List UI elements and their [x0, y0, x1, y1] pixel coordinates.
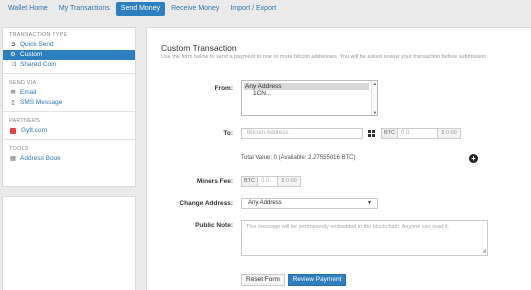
- chevron-down-icon: ▼: [367, 200, 372, 206]
- sidebar-item-label: Gyft.com: [21, 127, 48, 134]
- change-address-value: Any Address: [248, 200, 282, 206]
- btc-tag: BTC: [242, 177, 258, 186]
- list-scrollbar[interactable]: ▲ ▼: [371, 81, 377, 115]
- sidebar-item-quick-send[interactable]: ➲ Quick Send: [3, 40, 135, 50]
- public-note-textarea[interactable]: This message will be permanently embedde…: [241, 220, 488, 256]
- fee-field: BTC 0.0 $ 0.00: [241, 176, 301, 187]
- sidebar-item-label: Address Book: [20, 155, 61, 162]
- tab-receive-money[interactable]: Receive Money: [166, 2, 224, 16]
- fee-label: Miners Fee:: [196, 178, 233, 185]
- divider: [3, 111, 135, 112]
- to-label: To:: [223, 130, 233, 137]
- tab-my-transactions[interactable]: My Transactions: [54, 2, 115, 16]
- bitcoin-address-input[interactable]: Bitcoin Address: [241, 128, 363, 139]
- shuffle-icon: ⤨: [10, 62, 16, 68]
- gear-icon: ⚙: [10, 52, 16, 58]
- sidebar-lower-panel: [2, 196, 136, 290]
- change-address-select[interactable]: Any Address ▼: [241, 198, 378, 209]
- section-title-transaction-type: TRANSACTION TYPE: [9, 32, 68, 38]
- sidebar-item-label: Shared Coin: [20, 61, 57, 68]
- sidebar-item-email[interactable]: ✉ Email: [3, 88, 135, 98]
- section-title-send-via: SEND VIA: [9, 80, 37, 86]
- sidebar-item-sms[interactable]: ▯ SMS Message: [3, 98, 135, 108]
- book-icon: ▤: [10, 156, 16, 162]
- page-title: Custom Transaction: [161, 43, 237, 53]
- phone-icon: ▯: [11, 100, 15, 106]
- divider: [3, 73, 135, 74]
- change-address-label: Change Address:: [179, 200, 233, 207]
- tab-import-export[interactable]: Import / Export: [225, 2, 281, 16]
- fee-input[interactable]: 0.0: [258, 177, 277, 186]
- from-address-list[interactable]: Any Address 1CN... ▲ ▼: [241, 80, 378, 116]
- tab-send-money[interactable]: Send Money: [115, 2, 166, 16]
- amount-input[interactable]: 0.0: [398, 129, 437, 138]
- top-nav: Wallet Home My Transactions Send Money R…: [0, 0, 531, 18]
- review-payment-button[interactable]: Review Payment: [288, 274, 346, 286]
- circle-arrow-icon: ➲: [10, 42, 16, 48]
- add-recipient-icon[interactable]: +: [469, 154, 478, 163]
- section-title-partners: PARTNERS: [9, 118, 41, 124]
- envelope-icon: ✉: [10, 90, 16, 96]
- sidebar-item-address-book[interactable]: ▤ Address Book: [3, 154, 135, 164]
- from-label: From:: [214, 85, 233, 92]
- tab-wallet-home[interactable]: Wallet Home: [3, 2, 53, 16]
- fee-usd-value: $ 0.00: [277, 177, 300, 186]
- from-option-any-address[interactable]: Any Address: [244, 83, 369, 90]
- main-panel: Custom Transaction Use the form below to…: [146, 27, 531, 290]
- resize-handle-icon[interactable]: ◢: [482, 248, 486, 254]
- public-note-placeholder: This message will be permanently embedde…: [246, 224, 450, 230]
- btc-tag: BTC: [382, 129, 398, 138]
- from-option-address[interactable]: 1CN...: [244, 90, 369, 97]
- amount-field: BTC 0.0 $ 0.00: [381, 128, 461, 139]
- sidebar-item-label: SMS Message: [20, 99, 63, 106]
- qr-code-icon[interactable]: [368, 130, 375, 137]
- gyft-logo-icon: [10, 128, 16, 134]
- sidebar-item-label: Custom: [20, 51, 43, 58]
- section-title-tools: TOOLS: [9, 146, 29, 152]
- sidebar-item-shared-coin[interactable]: ⤨ Shared Coin: [3, 60, 135, 70]
- reset-form-button[interactable]: Reset Form: [241, 274, 285, 286]
- public-note-label: Public Note:: [195, 222, 233, 229]
- sidebar: TRANSACTION TYPE ➲ Quick Send ⚙ Custom ⤨…: [2, 27, 136, 187]
- scroll-up-icon[interactable]: ▲: [372, 81, 378, 86]
- sidebar-item-label: Email: [20, 89, 37, 96]
- sidebar-item-label: Quick Send: [20, 41, 54, 48]
- page-description: Use the form below to send a payment to …: [161, 54, 488, 60]
- total-value: Total Value: 0 (Available: 2.27555016 BT…: [241, 155, 356, 161]
- usd-value: $ 0.00: [437, 129, 460, 138]
- sidebar-item-custom[interactable]: ⚙ Custom: [3, 50, 135, 60]
- divider: [3, 139, 135, 140]
- sidebar-item-gyft[interactable]: Gyft.com: [3, 126, 135, 136]
- scroll-down-icon[interactable]: ▼: [372, 110, 378, 115]
